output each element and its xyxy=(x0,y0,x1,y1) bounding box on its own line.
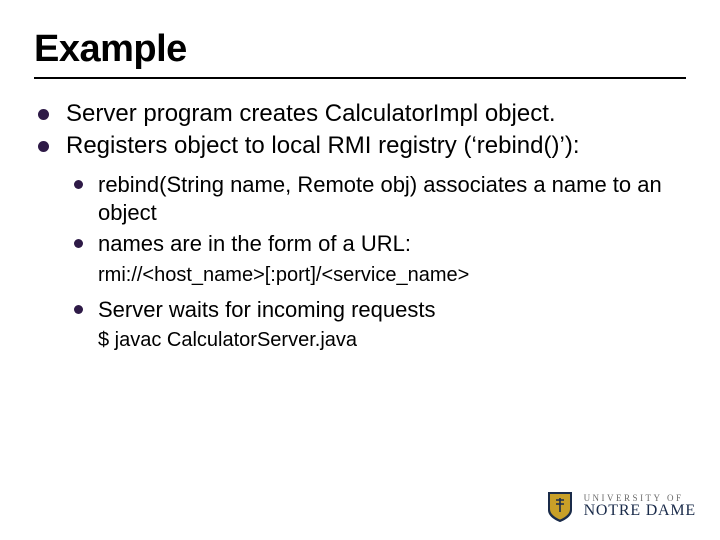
sub-detail: rmi://<host_name>[:port]/<service_name> xyxy=(98,262,686,288)
bullet-list-top: Server program creates CalculatorImpl ob… xyxy=(34,99,686,161)
bullet-text: names are in the form of a URL: xyxy=(98,231,411,256)
bullet-item: Registers object to local RMI registry (… xyxy=(38,131,686,161)
bullet-sub-item: Server waits for incoming requests xyxy=(74,296,686,324)
footer-name: NOTRE DAME xyxy=(584,503,696,520)
bullet-sub-item: names are in the form of a URL: xyxy=(74,230,686,258)
sub-detail: $ javac CalculatorServer.java xyxy=(98,327,686,353)
bullet-text: Server program creates CalculatorImpl ob… xyxy=(66,100,556,127)
bullet-text: Registers object to local RMI registry (… xyxy=(66,132,579,159)
slide: Example Server program creates Calculato… xyxy=(0,0,720,540)
footer-logo-block: UNIVERSITY OF NOTRE DAME xyxy=(546,490,696,524)
bullet-list-sub: rebind(String name, Remote obj) associat… xyxy=(34,171,686,258)
slide-title: Example xyxy=(34,28,686,71)
bullet-item: Server program creates CalculatorImpl ob… xyxy=(38,99,686,129)
title-divider xyxy=(34,77,686,79)
bullet-list-sub: Server waits for incoming requests xyxy=(34,296,686,324)
shield-icon xyxy=(546,490,574,524)
bullet-sub-item: rebind(String name, Remote obj) associat… xyxy=(74,171,686,226)
bullet-text: rebind(String name, Remote obj) associat… xyxy=(98,172,662,225)
bullet-text: Server waits for incoming requests xyxy=(98,297,435,322)
footer-text: UNIVERSITY OF NOTRE DAME xyxy=(584,494,696,520)
